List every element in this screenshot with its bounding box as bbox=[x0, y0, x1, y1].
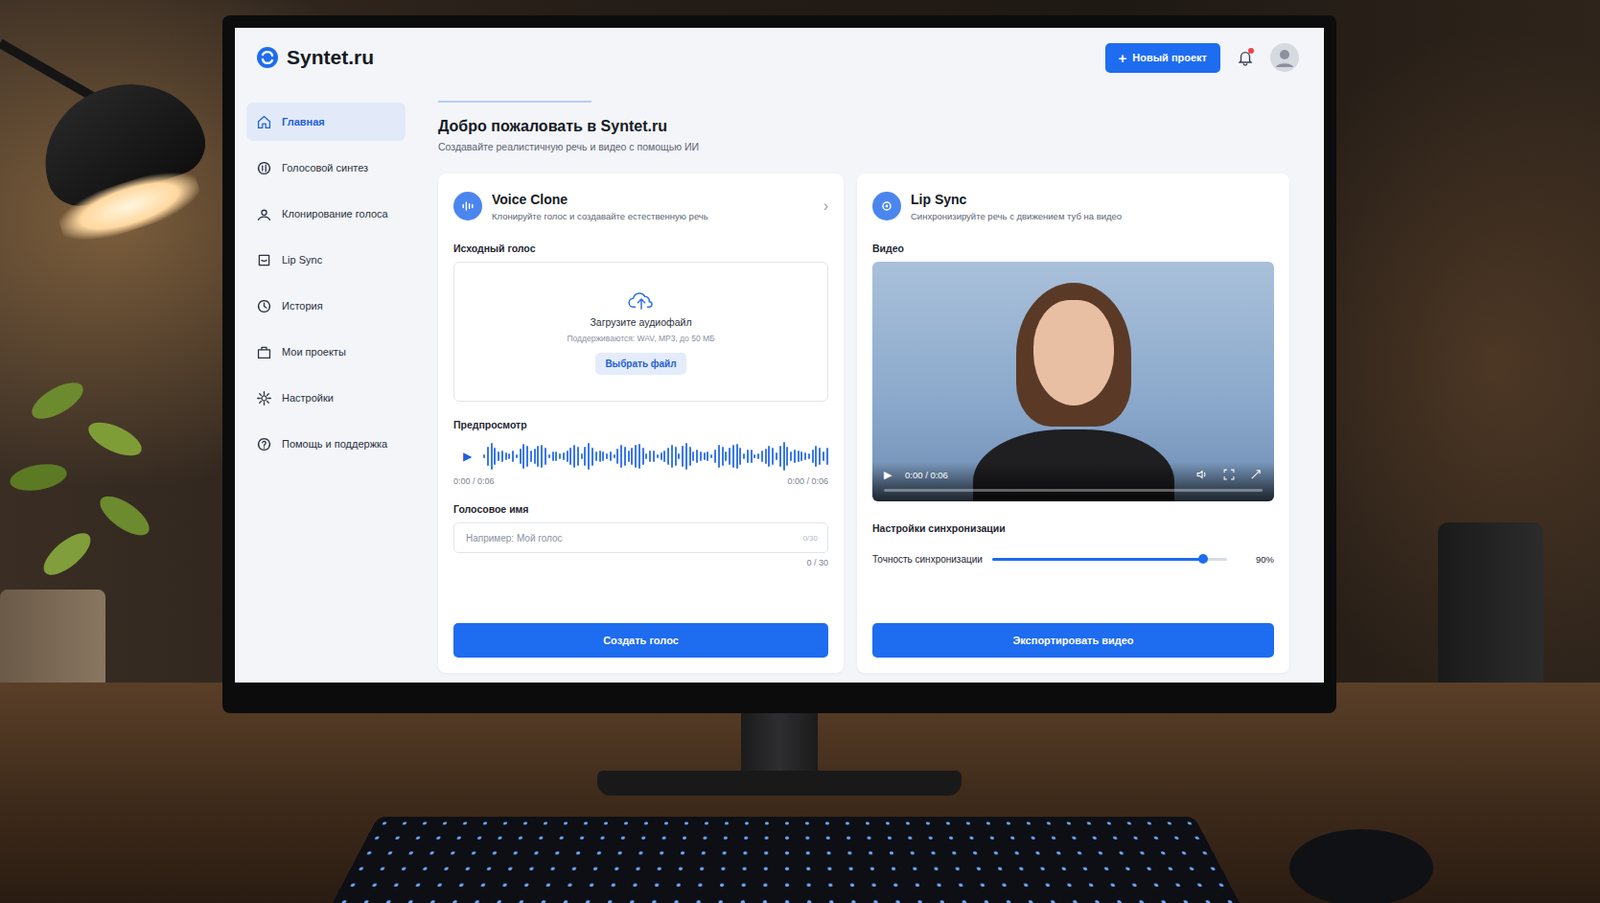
field-label: Предпросмотр bbox=[453, 418, 829, 431]
logo[interactable]: Syntet.ru bbox=[255, 46, 374, 70]
slider-label: Точность синхронизации bbox=[872, 554, 983, 565]
expand-icon[interactable] bbox=[1249, 467, 1263, 482]
voice-icon bbox=[453, 191, 483, 221]
sidebar-item-icon bbox=[255, 390, 273, 407]
video-progress[interactable] bbox=[883, 488, 1263, 492]
monitor: Syntet.ru +Новый проект Главная Голосовой с… bbox=[222, 15, 1337, 714]
monitor-rig: Syntet.ru +Новый проект Главная Голосовой с… bbox=[222, 15, 1337, 903]
voice-name-input[interactable] bbox=[463, 532, 803, 545]
sidebar-item-icon bbox=[255, 206, 273, 223]
audio-times: 0:00 / 0:06 0:00 / 0:06 bbox=[453, 476, 829, 487]
lipsync-icon bbox=[872, 191, 902, 221]
avatar[interactable] bbox=[1270, 43, 1299, 72]
top-bar: Syntet.ru +Новый проект bbox=[234, 27, 1324, 88]
sidebar-item-icon bbox=[255, 160, 273, 177]
time-right: 0:00 / 0:06 bbox=[787, 476, 829, 487]
card-description: Клонируйте голос и создавайте естественн… bbox=[491, 210, 814, 222]
keyboard bbox=[328, 816, 1245, 903]
sidebar-item-icon bbox=[255, 298, 273, 315]
upload-title: Загрузите аудиофайл bbox=[589, 316, 692, 328]
volume-icon[interactable] bbox=[1195, 467, 1209, 482]
export-video-button[interactable]: Экспортировать видео bbox=[872, 623, 1275, 658]
sync-accuracy-setting: Точность синхронизации 90% bbox=[872, 549, 1275, 569]
voice-name-field[interactable]: 0/30 bbox=[453, 522, 829, 554]
mouse bbox=[1289, 829, 1434, 903]
notifications-button[interactable] bbox=[1235, 47, 1255, 68]
audio-preview: ▶ bbox=[453, 440, 829, 473]
sidebar-item[interactable]: Мои проекты bbox=[246, 332, 406, 372]
lip-sync-card: Lip Sync Синхронизируйте речь с движением… bbox=[857, 173, 1290, 673]
new-project-button[interactable]: +Новый проект bbox=[1105, 43, 1222, 73]
upload-dropzone[interactable]: Загрузите аудиофайл Поддерживаются: WAV, … bbox=[453, 261, 829, 402]
field-label: Видео bbox=[872, 242, 1275, 255]
sidebar-item-icon bbox=[255, 436, 273, 453]
scene: Syntet.ru +Новый проект Главная Голосовой с… bbox=[0, 0, 1600, 903]
desk-lamp bbox=[0, 0, 231, 269]
page-title: Добро пожаловать в Syntet.ru bbox=[438, 117, 1290, 136]
user-icon bbox=[1270, 43, 1299, 72]
field-label: Голосовое имя bbox=[453, 503, 829, 515]
sidebar-item-icon bbox=[255, 252, 273, 269]
sidebar-item[interactable]: Настройки bbox=[246, 378, 406, 418]
screen: Syntet.ru +Новый проект Главная Голосовой с… bbox=[234, 27, 1324, 683]
card-title: Lip Sync bbox=[910, 191, 1275, 208]
video-time: 0:00 / 0:06 bbox=[904, 469, 949, 481]
video-controls: ▶ 0:00 / 0:06 bbox=[872, 462, 1275, 502]
sidebar-item[interactable]: Помощь и поддержка bbox=[246, 424, 406, 464]
char-counter: 0 / 30 bbox=[453, 557, 829, 568]
section-label: Настройки синхронизации bbox=[872, 522, 1275, 534]
sidebar-item[interactable]: История bbox=[246, 286, 406, 325]
top-actions: +Новый проект bbox=[1105, 43, 1300, 73]
page-subtitle: Создавайте реалистичную речь и видео с п… bbox=[438, 140, 1290, 153]
sidebar-item[interactable]: Lip Sync bbox=[246, 240, 406, 279]
time-left: 0:00 / 0:06 bbox=[453, 476, 495, 487]
sidebar-item-icon bbox=[255, 344, 273, 361]
voice-clone-card: Voice Clone Клонируйте голос и создавайте… bbox=[438, 173, 844, 673]
slider-reading: 90% bbox=[1255, 554, 1275, 565]
plus-icon: + bbox=[1118, 50, 1128, 66]
cards: Voice Clone Клонируйте голос и создавайте… bbox=[438, 173, 1290, 673]
sidebar-item-icon bbox=[255, 114, 273, 131]
app-body: Главная Голосовой синтез Клонирование голо… bbox=[234, 87, 1324, 683]
choose-file-button[interactable]: Выбрать файл bbox=[595, 352, 686, 375]
char-counter-inner: 0/30 bbox=[802, 533, 818, 543]
logo-icon bbox=[255, 46, 279, 70]
card-header: Lip Sync Синхронизируйте речь с движением… bbox=[872, 186, 1275, 226]
field-label: Исходный голос bbox=[453, 242, 829, 255]
create-voice-button[interactable]: Создать голос bbox=[453, 623, 829, 658]
unread-badge bbox=[1248, 47, 1254, 54]
video-player[interactable]: ▶ 0:00 / 0:06 bbox=[872, 261, 1275, 502]
monitor-stand bbox=[741, 713, 818, 771]
sidebar-item[interactable]: Голосовой синтез bbox=[246, 148, 406, 187]
slider-knob[interactable] bbox=[1198, 554, 1208, 564]
waveform[interactable] bbox=[483, 440, 829, 473]
sync-accuracy-slider[interactable] bbox=[992, 557, 1228, 561]
monitor-base bbox=[597, 770, 962, 796]
tab-indicator bbox=[438, 100, 592, 103]
card-header: Voice Clone Клонируйте голос и создавайте… bbox=[453, 186, 829, 226]
sidebar-item[interactable]: Главная bbox=[246, 102, 406, 141]
fullscreen-icon[interactable] bbox=[1222, 467, 1236, 482]
cloud-upload-icon bbox=[626, 289, 656, 311]
card-description: Синхронизируйте речь с движением туб на … bbox=[910, 210, 1275, 222]
upload-hint: Поддерживаются: WAV, MP3, до 50 МБ bbox=[566, 333, 715, 344]
play-button[interactable]: ▶ bbox=[883, 468, 892, 482]
chevron-icon[interactable]: › bbox=[823, 197, 829, 215]
sidebar-item[interactable]: Клонирование голоса bbox=[246, 194, 406, 233]
play-button[interactable]: ▶ bbox=[463, 449, 472, 464]
sidebar: Главная Голосовой синтез Клонирование голо… bbox=[234, 87, 416, 683]
main-content: Добро пожаловать в Syntet.ru Создавайте р… bbox=[415, 87, 1324, 683]
card-title: Voice Clone bbox=[491, 191, 814, 208]
